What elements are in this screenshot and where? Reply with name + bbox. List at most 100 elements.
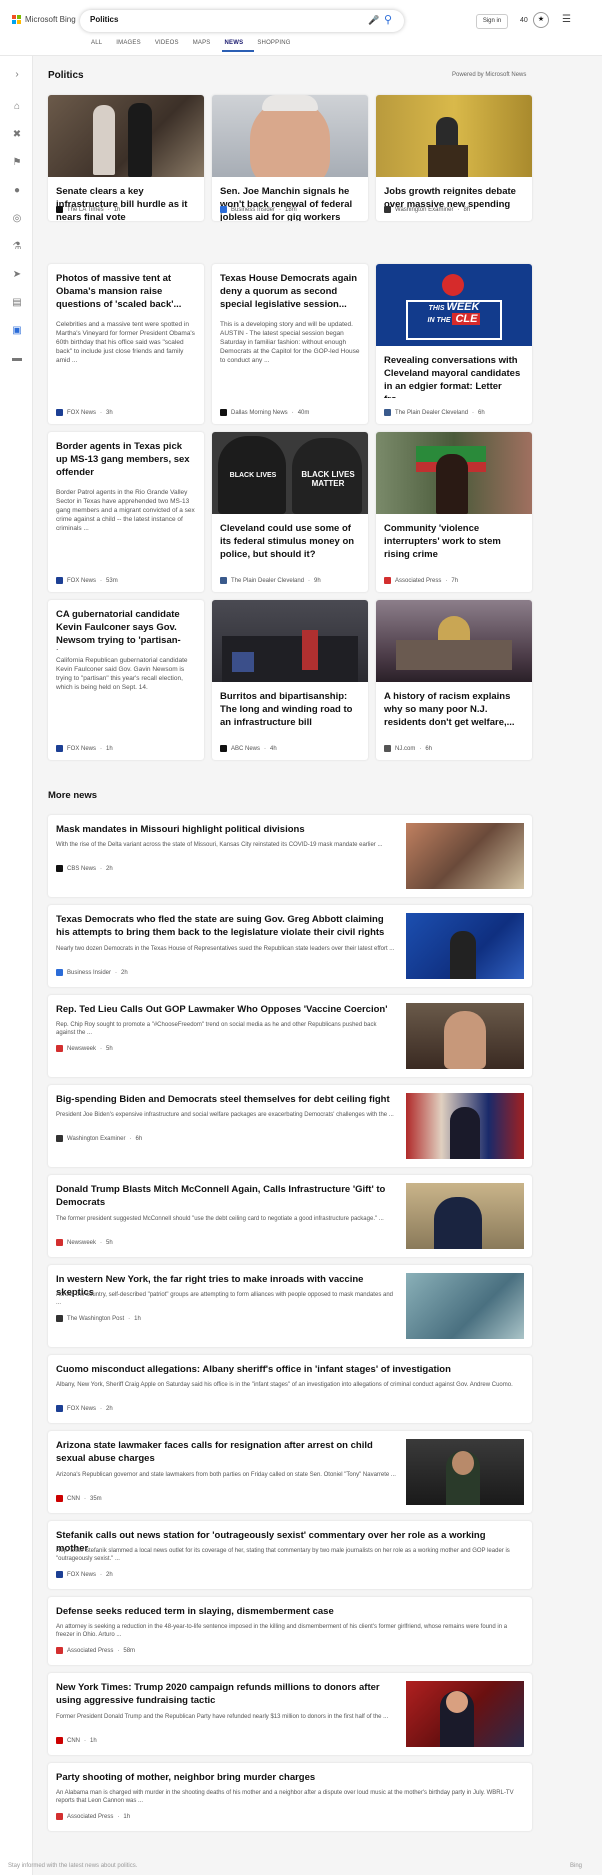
headline[interactable]: Donald Trump Blasts Mitch McConnell Agai… — [56, 1183, 396, 1209]
news-card[interactable]: Texas House Democrats again deny a quoru… — [212, 264, 368, 424]
tab-all[interactable]: ALL — [88, 40, 113, 52]
rewards-points[interactable]: 40 — [520, 17, 528, 24]
news-card[interactable]: Burritos and bipartisanship: The long an… — [212, 600, 368, 760]
podcast-badge: THIS WEEK IN THE CLE — [406, 300, 502, 340]
menu-icon[interactable]: ☰ — [562, 14, 571, 25]
snippet: President Joe Biden's expensive infrastr… — [56, 1112, 394, 1118]
thumbnail[interactable] — [406, 913, 524, 979]
news-card[interactable]: Senate clears a key infrastructure bill … — [48, 95, 204, 221]
globe-icon[interactable]: ◎ — [10, 212, 24, 226]
headline[interactable]: Rep. Ted Lieu Calls Out GOP Lawmaker Who… — [56, 1003, 396, 1016]
card-icon[interactable]: ▬ — [10, 352, 24, 366]
bing-logo[interactable]: Microsoft Bing — [12, 15, 76, 24]
thumbnail[interactable] — [406, 823, 524, 889]
list-item[interactable]: In western New York, the far right tries… — [48, 1265, 532, 1347]
flag-icon[interactable]: ⚑ — [10, 156, 24, 170]
tools-icon[interactable]: ✖ — [10, 128, 24, 142]
news-card[interactable]: Jobs growth reignites debate over massiv… — [376, 95, 532, 221]
search-box[interactable]: Politics 🎤 ⚲ — [80, 10, 404, 32]
briefcase-icon[interactable]: ▣ — [10, 324, 24, 338]
card-image — [376, 432, 532, 514]
thumbnail[interactable] — [406, 1183, 524, 1249]
card-title[interactable]: Photos of massive tent at Obama's mansio… — [48, 264, 204, 314]
source-logo-icon — [56, 1737, 63, 1744]
card-title[interactable]: A history of racism explains why so many… — [376, 682, 532, 734]
news-card[interactable]: CA gubernatorial candidate Kevin Faulcon… — [48, 600, 204, 760]
science-icon[interactable]: ⚗ — [10, 240, 24, 254]
separator: · — [308, 577, 311, 584]
list-item[interactable]: Mask mandates in Missouri highlight poli… — [48, 815, 532, 897]
separator: · — [100, 409, 103, 416]
list-item[interactable]: Stefanik calls out news station for 'out… — [48, 1521, 532, 1589]
location-icon[interactable]: ● — [10, 184, 24, 198]
trophy-icon[interactable]: ★ — [533, 12, 549, 28]
chevron-right-icon[interactable]: › — [10, 68, 24, 82]
timestamp: 1h — [106, 745, 113, 752]
tab-news[interactable]: NEWS — [221, 40, 255, 52]
headline[interactable]: Arizona state lawmaker faces calls for r… — [56, 1439, 396, 1465]
list-item[interactable]: Donald Trump Blasts Mitch McConnell Agai… — [48, 1175, 532, 1257]
headline[interactable]: Texas Democrats who fled the state are s… — [56, 913, 396, 939]
card-description: California Republican gubernatorial cand… — [56, 657, 188, 691]
card-title[interactable]: Revealing conversations with Cleveland m… — [376, 346, 532, 398]
separator: · — [457, 206, 460, 213]
list-item[interactable]: Big-spending Biden and Democrats steel t… — [48, 1085, 532, 1167]
sign-in-button[interactable]: Sign in — [476, 14, 508, 29]
source-name: Washington Examiner — [67, 1135, 126, 1142]
thumbnail[interactable] — [406, 1003, 524, 1069]
list-item[interactable]: Texas Democrats who fled the state are s… — [48, 905, 532, 987]
header: Microsoft Bing Politics 🎤 ⚲ Sign in 40 ★… — [0, 0, 602, 56]
thumbnail[interactable] — [406, 1439, 524, 1505]
search-input[interactable]: Politics — [90, 15, 118, 24]
list-item[interactable]: Defense seeks reduced term in slaying, d… — [48, 1597, 532, 1665]
thumbnail[interactable] — [406, 1273, 524, 1339]
source-name: CNN — [67, 1495, 80, 1502]
news-card[interactable]: Community 'violence interrupters' work t… — [376, 432, 532, 592]
card-title[interactable]: Cleveland could use some of its federal … — [212, 514, 368, 566]
card-title[interactable]: Jobs growth reignites debate over massiv… — [376, 177, 532, 221]
list-item[interactable]: Party shooting of mother, neighbor bring… — [48, 1763, 532, 1831]
separator: · — [100, 865, 103, 872]
search-icon[interactable]: ⚲ — [384, 13, 392, 26]
headline[interactable]: Mask mandates in Missouri highlight poli… — [56, 823, 396, 836]
headline[interactable]: Big-spending Biden and Democrats steel t… — [56, 1093, 396, 1106]
news-card[interactable]: Sen. Joe Manchin signals he won't back r… — [212, 95, 368, 221]
tab-images[interactable]: IMAGES — [113, 40, 152, 52]
list-item[interactable]: Rep. Ted Lieu Calls Out GOP Lawmaker Who… — [48, 995, 532, 1077]
separator: · — [100, 1405, 103, 1412]
separator: · — [264, 745, 267, 752]
news-card[interactable]: A history of racism explains why so many… — [376, 600, 532, 760]
powered-by[interactable]: Powered by Microsoft News — [452, 72, 526, 78]
list-item[interactable]: Cuomo misconduct allegations: Albany she… — [48, 1355, 532, 1423]
card-title[interactable]: Border agents in Texas pick up MS-13 gan… — [48, 432, 204, 482]
headline[interactable]: Cuomo misconduct allegations: Albany she… — [56, 1363, 516, 1376]
news-card[interactable]: THIS WEEK IN THE CLE Revealing conversat… — [376, 264, 532, 424]
card-title[interactable]: Texas House Democrats again deny a quoru… — [212, 264, 368, 314]
thumbnail[interactable] — [406, 1681, 524, 1747]
rocket-icon[interactable]: ➤ — [10, 268, 24, 282]
tab-maps[interactable]: MAPS — [190, 40, 222, 52]
news-card[interactable]: Border agents in Texas pick up MS-13 gan… — [48, 432, 204, 592]
list-item[interactable]: New York Times: Trump 2020 campaign refu… — [48, 1673, 532, 1755]
timestamp: 40m — [297, 409, 310, 416]
headline[interactable]: Defense seeks reduced term in slaying, d… — [56, 1605, 516, 1618]
home-icon[interactable]: ⌂ — [10, 100, 24, 114]
source-logo-icon — [220, 577, 227, 584]
film-icon[interactable]: ▤ — [10, 296, 24, 310]
snippet: With the rise of the Delta variant acros… — [56, 842, 383, 848]
headline[interactable]: Party shooting of mother, neighbor bring… — [56, 1771, 516, 1784]
headline[interactable]: New York Times: Trump 2020 campaign refu… — [56, 1681, 396, 1707]
list-item[interactable]: Arizona state lawmaker faces calls for r… — [48, 1431, 532, 1513]
card-title[interactable]: Burritos and bipartisanship: The long an… — [212, 682, 368, 734]
thumbnail[interactable] — [406, 1093, 524, 1159]
card-title[interactable]: Community 'violence interrupters' work t… — [376, 514, 532, 566]
news-card[interactable]: BLACK LIVES BLACK LIVES MATTER Cleveland… — [212, 432, 368, 592]
source-logo-icon — [220, 745, 227, 752]
tab-shopping[interactable]: SHOPPING — [254, 40, 301, 52]
card-title[interactable]: CA gubernatorial candidate Kevin Faulcon… — [48, 600, 204, 650]
microphone-icon[interactable]: 🎤 — [368, 15, 379, 26]
tab-videos[interactable]: VIDEOS — [152, 40, 190, 52]
news-card[interactable]: Photos of massive tent at Obama's mansio… — [48, 264, 204, 424]
card-title[interactable]: Sen. Joe Manchin signals he won't back r… — [212, 177, 368, 221]
card-title[interactable]: Senate clears a key infrastructure bill … — [48, 177, 204, 221]
